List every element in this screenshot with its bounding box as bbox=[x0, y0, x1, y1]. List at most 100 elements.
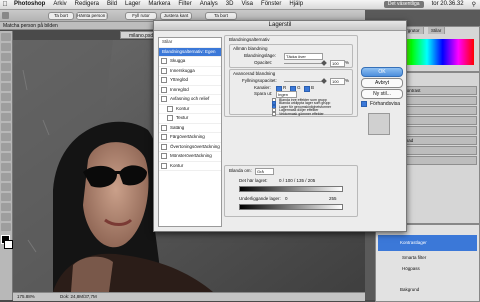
menu-item-photoshop[interactable]: Photoshop bbox=[10, 0, 49, 9]
options-button-4[interactable]: Justera kant bbox=[160, 12, 192, 20]
menu-item-markera[interactable]: Markera bbox=[144, 0, 174, 9]
styles-header[interactable]: Stilar bbox=[159, 38, 221, 48]
pen-tool-icon[interactable] bbox=[1, 173, 11, 181]
effect-item-outer-glow[interactable]: Yttreglöd bbox=[159, 76, 221, 86]
blend-options-item[interactable]: Blandningsalternativ: Egen bbox=[159, 47, 221, 57]
fill-opacity-input[interactable]: 100 bbox=[330, 78, 345, 85]
effect-checkbox[interactable] bbox=[161, 143, 167, 150]
blend-if-select[interactable]: Grå bbox=[255, 168, 274, 175]
lasso-tool-icon[interactable] bbox=[1, 53, 11, 61]
effect-item-contour[interactable]: Kontur bbox=[159, 105, 221, 114]
options-button-2[interactable]: Hämta person på bild bbox=[76, 12, 108, 20]
effect-checkbox[interactable] bbox=[167, 115, 173, 122]
secondary-label[interactable]: Matcha person på bilden bbox=[3, 23, 58, 29]
this-layer-label: Det här lagret: bbox=[239, 178, 268, 183]
effect-checkbox[interactable] bbox=[161, 124, 167, 131]
apple-menu-icon[interactable]:  bbox=[0, 1, 10, 8]
options-button-5[interactable]: Ta bort bbox=[205, 12, 237, 20]
path-select-tool-icon[interactable] bbox=[1, 193, 11, 201]
menu-item-arkiv[interactable]: Arkiv bbox=[49, 0, 70, 9]
hand-tool-icon[interactable] bbox=[1, 213, 11, 221]
new-style-button[interactable]: Ny stil... bbox=[361, 89, 403, 99]
effect-checkbox[interactable] bbox=[161, 77, 167, 84]
menu-item-lager[interactable]: Lager bbox=[121, 0, 144, 9]
menu-item-filter[interactable]: Filter bbox=[174, 0, 195, 9]
effect-checkbox[interactable] bbox=[161, 86, 167, 93]
eraser-tool-icon[interactable] bbox=[1, 133, 11, 141]
channel-b-checkbox[interactable] bbox=[304, 86, 310, 92]
menu-item-analys[interactable]: Analys bbox=[196, 0, 222, 9]
tab-styles[interactable]: Stilar bbox=[428, 27, 446, 34]
effect-item-color-overlay[interactable]: Färgövertäckning bbox=[159, 133, 221, 143]
menu-item-hjalp[interactable]: Hjälp bbox=[285, 0, 307, 9]
blur-tool-icon[interactable] bbox=[1, 153, 11, 161]
layer-row-kontrastlager[interactable]: Kontrastlager bbox=[378, 235, 477, 251]
advanced-options-list: Blanda inre effekter som grupp Blanda ur… bbox=[270, 97, 331, 116]
opacity-input[interactable]: 100 bbox=[330, 60, 345, 67]
menu-item-3d[interactable]: 3D bbox=[222, 0, 238, 9]
advanced-blending-group: Avancerad blandning Fyllningsopacitet: 1… bbox=[229, 69, 353, 116]
history-brush-tool-icon[interactable] bbox=[1, 123, 11, 131]
zoom-level[interactable]: 175.88% bbox=[13, 294, 39, 299]
layer-row-highpass[interactable]: Högpass bbox=[388, 264, 477, 274]
option-vector-mask-hides[interactable]: Vektormask gömmer effekter bbox=[270, 111, 331, 116]
cancel-button[interactable]: Avbryt bbox=[361, 78, 403, 88]
tool-preset-icon[interactable] bbox=[2, 12, 9, 19]
eyedropper-tool-icon[interactable] bbox=[1, 83, 11, 91]
quick-select-tool-icon[interactable] bbox=[1, 63, 11, 71]
healing-tool-icon[interactable] bbox=[1, 93, 11, 101]
options-button-1[interactable]: Ta bort bbox=[48, 12, 74, 20]
fill-opacity-slider[interactable] bbox=[284, 81, 326, 82]
effect-item-drop-shadow[interactable]: Skugga bbox=[159, 57, 221, 67]
effect-item-inner-shadow[interactable]: Innerskugga bbox=[159, 67, 221, 76]
preview-label: Förhandsvisa bbox=[370, 101, 401, 107]
effect-checkbox[interactable] bbox=[161, 96, 167, 103]
shape-tool-icon[interactable] bbox=[1, 203, 11, 211]
menu-item-bild[interactable]: Bild bbox=[103, 0, 121, 9]
option-checkbox[interactable] bbox=[272, 111, 276, 116]
workspace-switcher[interactable]: Det väsentliga bbox=[383, 1, 424, 8]
move-tool-icon[interactable] bbox=[1, 33, 11, 41]
menu-item-visa[interactable]: Visa bbox=[237, 0, 257, 9]
effect-item-pattern-overlay[interactable]: Mönsterövertäckning bbox=[159, 152, 221, 162]
opacity-slider[interactable] bbox=[284, 63, 326, 64]
opacity-slider-thumb[interactable] bbox=[321, 60, 327, 66]
menu-item-redigera[interactable]: Redigera bbox=[71, 0, 103, 9]
brush-tool-icon[interactable] bbox=[1, 103, 11, 111]
layer-row-background[interactable]: Bakgrund bbox=[378, 283, 477, 297]
blend-mode-select[interactable]: Täcka över bbox=[284, 53, 323, 60]
fill-opacity-slider-thumb[interactable] bbox=[321, 78, 327, 84]
effect-item-bevel[interactable]: Avfasning och relief bbox=[159, 95, 221, 105]
effect-checkbox[interactable] bbox=[161, 162, 167, 169]
underlying-gradient[interactable] bbox=[239, 204, 343, 210]
effect-checkbox[interactable] bbox=[167, 105, 173, 112]
effect-label: Satäng bbox=[170, 124, 185, 130]
stamp-tool-icon[interactable] bbox=[1, 113, 11, 121]
spotlight-icon[interactable]: ⚲ bbox=[472, 1, 476, 8]
crop-tool-icon[interactable] bbox=[1, 73, 11, 81]
this-layer-values: 0 / 100 / 135 / 205 bbox=[279, 178, 316, 183]
layer-row-smart-filters[interactable]: Smarta filter bbox=[388, 253, 477, 263]
color-swatches[interactable] bbox=[1, 235, 13, 249]
type-tool-icon[interactable] bbox=[1, 183, 11, 191]
ok-button[interactable]: OK bbox=[361, 67, 403, 77]
effect-item-gradient-overlay[interactable]: Övertoningsövertäckning bbox=[159, 143, 221, 152]
effect-checkbox[interactable] bbox=[161, 134, 167, 141]
effect-item-inner-glow[interactable]: Innreglöd bbox=[159, 86, 221, 95]
this-layer-gradient[interactable] bbox=[239, 186, 343, 192]
effect-checkbox[interactable] bbox=[161, 58, 167, 65]
effect-item-satin[interactable]: Satäng bbox=[159, 124, 221, 133]
gradient-tool-icon[interactable] bbox=[1, 143, 11, 151]
options-button-3[interactable]: Fyll rutor bbox=[125, 12, 157, 20]
effect-label: Textur bbox=[176, 115, 189, 120]
menu-item-fonster[interactable]: Fönster bbox=[257, 0, 285, 9]
dodge-tool-icon[interactable] bbox=[1, 163, 11, 171]
effect-checkbox[interactable] bbox=[161, 153, 167, 160]
preview-option[interactable]: Förhandsvisa bbox=[359, 101, 400, 107]
zoom-tool-icon[interactable] bbox=[1, 223, 11, 231]
effect-item-stroke[interactable]: Kontur bbox=[159, 162, 221, 171]
effect-item-texture[interactable]: Textur bbox=[159, 114, 221, 124]
preview-checkbox[interactable] bbox=[361, 101, 367, 107]
marquee-tool-icon[interactable] bbox=[1, 43, 11, 51]
effect-checkbox[interactable] bbox=[161, 67, 167, 74]
